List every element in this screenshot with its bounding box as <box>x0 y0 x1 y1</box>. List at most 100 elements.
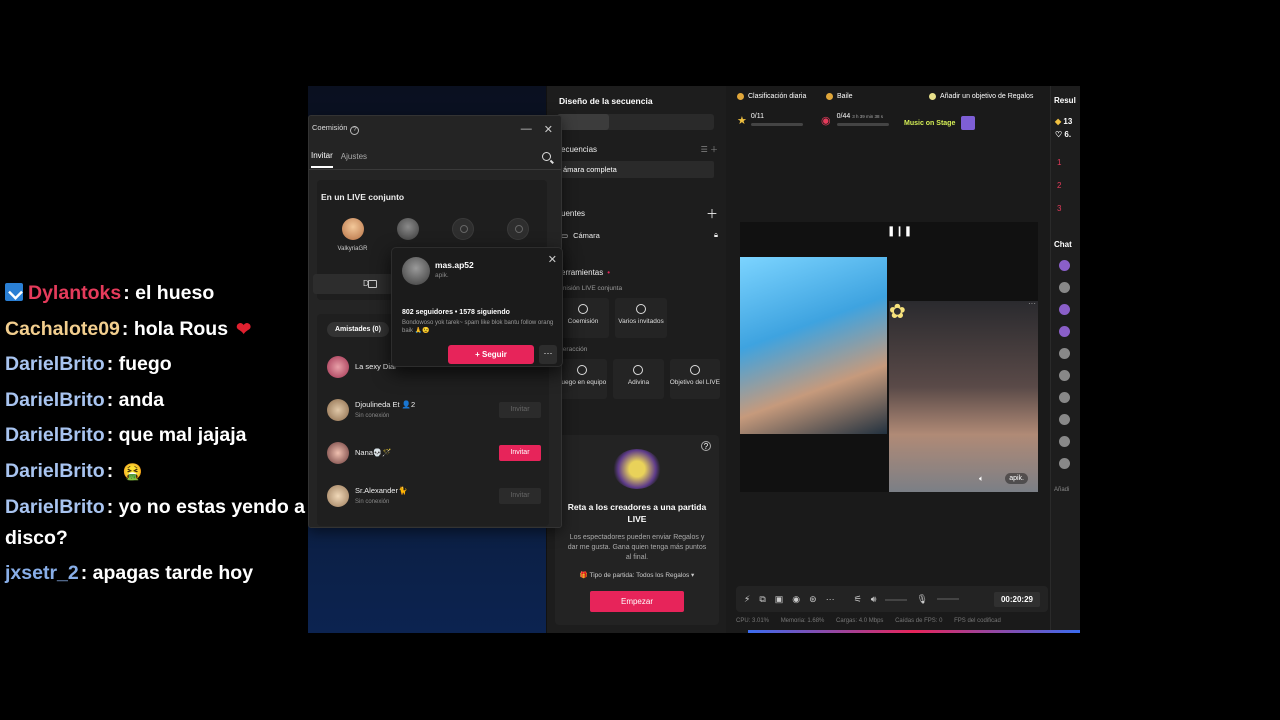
follow-button[interactable]: + Seguir <box>448 345 534 364</box>
music-on-stage-label: Music on Stage <box>904 119 956 127</box>
list-item: Nana💀🪄 Invitar <box>317 431 549 474</box>
close-icon[interactable]: ✕ <box>548 253 557 266</box>
match-type-dropdown[interactable]: 🎁 Tipo de partida: Todos los Regalos ▾ <box>555 571 719 579</box>
minimize-button[interactable]: — <box>521 123 532 135</box>
chat-username: DarielBrito <box>5 388 105 411</box>
microphone-icon[interactable]: 🎙︎ <box>916 594 927 605</box>
record-icon[interactable]: ◉ <box>792 594 800 605</box>
memory-status: Memoria: 1.68% <box>780 618 825 624</box>
cohost-section-label: misión LIVE conjunta <box>561 285 623 292</box>
people-icon <box>636 304 646 314</box>
music-on-stage[interactable]: Music on Stage <box>904 116 976 130</box>
dance-icon <box>826 93 833 100</box>
trophy-icon <box>737 93 744 100</box>
chat-separator: : <box>106 353 119 375</box>
daily-ranking-link[interactable]: Clasificación diaria <box>737 93 806 100</box>
right-panel: Resul ◆ 13 ♡ 6. 123 Chat Añadi <box>1050 86 1080 633</box>
user-profile-popup: mas.ap52 apik. ✕ 802 seguidores • 1578 s… <box>391 247 563 367</box>
tool-multi-guest[interactable]: Varios invitados <box>615 298 667 338</box>
add-gift-goal-link[interactable]: Añadir un objetivo de Regalos <box>929 93 1033 100</box>
chat-text: fuego <box>118 353 172 375</box>
avatar <box>1059 458 1070 469</box>
avatar <box>1059 392 1070 403</box>
slot-1[interactable]: ValkyriaGR <box>325 218 380 252</box>
camera-switch-icon[interactable]: ⊛ <box>809 594 817 605</box>
screen-icon[interactable]: ▣ <box>775 594 784 605</box>
scene-icon[interactable]: ⧉ <box>759 594 765 605</box>
gift-time: 3 h 39 min 38 s <box>852 114 883 119</box>
friend-name: Sr.Alexander🐈 <box>355 486 408 495</box>
share-button[interactable]: D <box>313 274 393 294</box>
dance-link[interactable]: Baile <box>826 93 853 100</box>
chat-text: el hueso <box>135 282 215 304</box>
add-label[interactable]: Añadi <box>1051 469 1080 493</box>
invite-button[interactable]: Invitar <box>499 487 541 504</box>
tool-team-game[interactable]: Juego en equipo <box>557 359 608 399</box>
more-icon[interactable]: ··· <box>826 594 835 604</box>
effects-icon[interactable]: ⚡︎ <box>744 594 750 605</box>
list-icon[interactable]: ☰ ＋ <box>701 144 718 155</box>
tab-invite[interactable]: Invitar <box>311 145 333 168</box>
lock-icon[interactable]: 🔒︎ <box>714 230 718 240</box>
more-options-button[interactable]: ··· <box>539 345 557 364</box>
avatar <box>402 257 430 285</box>
help-icon[interactable]: ? <box>350 126 360 135</box>
guest-video: ✿ ··· 🔈︎ apik. <box>889 299 1038 492</box>
tab-settings[interactable]: Ajustes <box>341 146 367 167</box>
popup-handle: apik. <box>435 272 449 279</box>
friend-name: Nana💀🪄 <box>355 448 392 457</box>
list-item: Sr.Alexander🐈 Sin conexión Invitar <box>317 474 549 517</box>
tool-live-goal[interactable]: Objetivo del LIVE <box>669 359 720 399</box>
friend-status: Sin conexión <box>355 499 390 505</box>
panel-tabs: Invitar Ajustes <box>309 144 561 170</box>
speaker-icon[interactable]: 🔈︎ <box>979 474 984 484</box>
avatar <box>327 355 349 378</box>
layout-landscape-option[interactable] <box>609 114 661 130</box>
match-title: Reta a los creadores a una partida LIVE <box>567 502 707 524</box>
goal-icon <box>689 365 700 375</box>
volume-icon[interactable]: 🔊︎ <box>871 594 877 605</box>
add-source-icon[interactable]: ＋ <box>706 205 718 222</box>
avatar <box>1059 304 1070 315</box>
layout-multi-option[interactable] <box>662 114 714 130</box>
tool-guests-label: Varios invitados <box>618 318 664 325</box>
stream-chat-overlay: Dylantoks: el hueso Cachalote09: hola Rou… <box>0 276 320 592</box>
start-button[interactable]: Empezar <box>590 591 684 612</box>
invite-button[interactable]: Invitar <box>499 401 541 418</box>
mic-slider[interactable] <box>936 598 959 600</box>
layout-portrait-option[interactable] <box>557 114 610 130</box>
tool-cohost[interactable]: Coemisión <box>557 298 609 338</box>
chat-username: DarielBrito <box>5 459 105 482</box>
gifts-goal-details: 0/44 3 h 39 min 38 s <box>836 113 889 128</box>
volume-slider[interactable] <box>885 598 908 601</box>
new-dot-icon: • <box>607 268 611 277</box>
gifts-goal[interactable]: ◉ 0/44 3 h 39 min 38 s <box>821 113 889 128</box>
team-icon <box>577 365 588 375</box>
search-icon[interactable] <box>542 152 551 161</box>
friend-info: Sr.Alexander🐈 Sin conexión <box>349 486 499 505</box>
heart-icon: ♡ <box>1055 130 1063 139</box>
host-video <box>740 257 887 434</box>
close-button[interactable]: ✕ <box>544 123 553 136</box>
control-bar: ⚡︎ ⧉ ▣ ◉ ⊛ ··· ⚟ 🔊︎ 🎙︎ 00:20:29 <box>736 586 1048 612</box>
source-camera[interactable]: ▭ Cámara 🔒︎ <box>547 230 726 240</box>
settings-sliders-icon[interactable]: ⚟ <box>854 594 862 605</box>
help-icon[interactable]: ? <box>701 441 711 451</box>
avatar <box>1059 370 1070 381</box>
invite-button[interactable]: Invitar <box>499 444 541 461</box>
stars-goal-details: 0/11 <box>750 113 803 128</box>
layout-selector[interactable] <box>557 114 714 130</box>
tool-guess[interactable]: Adivina <box>613 359 664 399</box>
stars-goal[interactable]: ★ 0/11 <box>737 113 803 128</box>
sequence-item-full-camera[interactable]: ámara completa <box>557 161 714 178</box>
music-icon <box>961 116 976 130</box>
gifts-value: 0/44 <box>836 113 851 120</box>
chat-message: DarielBrito: anda <box>0 383 320 419</box>
friends-chip[interactable]: Amistades (0) <box>327 322 389 337</box>
live-timer: 00:20:29 <box>993 591 1040 607</box>
stars-progress <box>750 123 803 126</box>
chat-message: Dylantoks: el hueso <box>0 276 320 312</box>
sources-label: uentes <box>561 209 586 218</box>
more-options-icon[interactable]: ··· <box>1028 299 1036 308</box>
chat-separator: : <box>123 282 136 304</box>
